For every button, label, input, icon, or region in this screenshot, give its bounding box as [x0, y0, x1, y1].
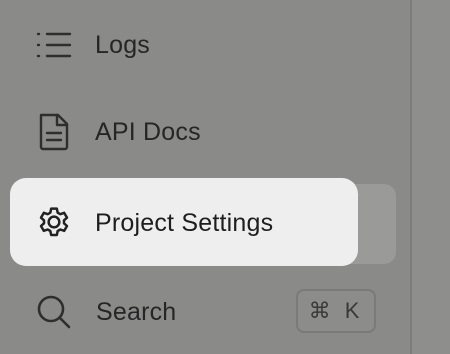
sidebar-item-label: Logs — [95, 31, 151, 59]
sidebar: Logs API Docs Project Settings Search ⌘ … — [0, 0, 410, 354]
sidebar-item-label: API Docs — [95, 118, 201, 146]
document-icon — [34, 112, 74, 152]
sidebar-item-label: Project Settings — [95, 209, 274, 237]
keyboard-shortcut-badge: ⌘ K — [296, 289, 376, 333]
sidebar-item-api-docs[interactable]: API Docs — [0, 102, 400, 162]
sidebar-item-logs[interactable]: Logs — [0, 15, 400, 75]
gear-icon — [34, 202, 74, 242]
main-panel-edge — [412, 0, 450, 354]
list-icon — [34, 25, 74, 65]
sidebar-item-project-settings[interactable]: Project Settings — [10, 178, 358, 266]
sidebar-item-label: Search — [96, 298, 177, 326]
search-icon — [34, 292, 74, 332]
